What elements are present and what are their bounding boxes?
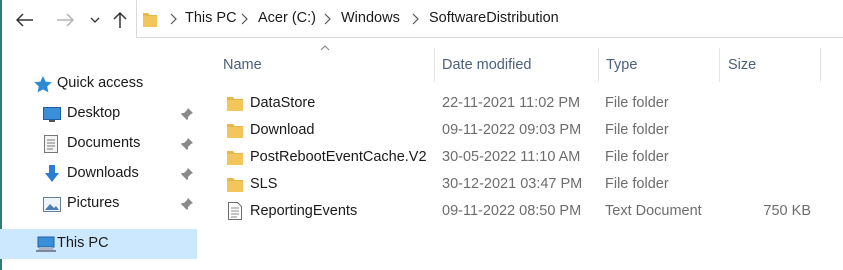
file-date-modified: 22-11-2021 11:02 PM (442, 95, 581, 111)
file-date-modified: 09-11-2022 09:03 PM (442, 122, 582, 138)
up-button[interactable] (109, 9, 131, 31)
column-divider[interactable] (434, 48, 435, 82)
sidebar-item-label: Documents (67, 135, 141, 151)
column-divider[interactable] (820, 48, 821, 82)
chevron-down-icon (90, 17, 100, 23)
desktop-icon (43, 107, 61, 122)
pin-icon[interactable] (180, 197, 194, 211)
computer-icon (36, 236, 56, 252)
folder-icon (227, 124, 243, 138)
chevron-right-icon (170, 13, 177, 25)
download-icon (45, 165, 59, 182)
file-name: Download (250, 122, 315, 138)
file-name: PostRebootEventCache.V2 (250, 149, 427, 165)
file-type: Text Document (605, 203, 702, 219)
file-date-modified: 30-12-2021 03:47 PM (442, 176, 583, 192)
address-bar[interactable]: This PC Acer (C:) Windows SoftwareDistri… (136, 0, 843, 38)
file-size: 750 KB (763, 203, 811, 219)
sort-ascending-icon (320, 45, 330, 51)
file-name: DataStore (250, 95, 316, 111)
chevron-right-icon (412, 13, 419, 25)
breadcrumb-this-pc[interactable]: This PC (185, 10, 237, 26)
column-header-date-modified[interactable]: Date modified (442, 57, 531, 73)
chevron-right-icon (324, 13, 331, 25)
file-row[interactable]: ReportingEvents 09-11-2022 08:50 PM Text… (220, 198, 820, 225)
sidebar-item-quick-access[interactable]: Quick access (0, 69, 197, 99)
file-date-modified: 09-11-2022 08:50 PM (442, 203, 582, 219)
sidebar-item-label: Downloads (67, 165, 139, 181)
breadcrumb-drive[interactable]: Acer (C:) (258, 10, 316, 26)
documents-icon (44, 135, 58, 153)
sidebar-item-documents[interactable]: Documents (0, 129, 197, 159)
column-header-type[interactable]: Type (606, 57, 637, 73)
file-row[interactable]: SLS 30-12-2021 03:47 PM File folder (220, 171, 820, 198)
breadcrumb-softwaredistribution[interactable]: SoftwareDistribution (429, 10, 559, 26)
sidebar-item-this-pc[interactable]: This PC (0, 229, 197, 259)
sidebar-item-desktop[interactable]: Desktop (0, 99, 197, 129)
pin-icon[interactable] (180, 167, 194, 181)
folder-icon (227, 151, 243, 165)
column-divider[interactable] (598, 48, 599, 82)
file-type: File folder (605, 149, 669, 165)
pin-icon[interactable] (180, 107, 194, 121)
column-header-size[interactable]: Size (728, 57, 756, 73)
star-icon (34, 76, 52, 93)
file-type: File folder (605, 176, 669, 192)
file-row[interactable]: DataStore 22-11-2021 11:02 PM File folde… (220, 90, 820, 117)
back-button[interactable] (14, 9, 36, 31)
forward-arrow-icon (57, 13, 74, 27)
file-row[interactable]: PostRebootEventCache.V2 30-05-2022 11:10… (220, 144, 820, 171)
text-document-icon (228, 202, 242, 220)
file-row[interactable]: Download 09-11-2022 09:03 PM File folder (220, 117, 820, 144)
sidebar-item-pictures[interactable]: Pictures (0, 189, 197, 219)
column-divider[interactable] (719, 48, 720, 82)
navigation-pane: Quick access Desktop Documents Downloads (0, 38, 198, 270)
file-date-modified: 30-05-2022 11:10 AM (442, 149, 581, 165)
up-arrow-icon (113, 11, 127, 28)
pin-icon[interactable] (180, 137, 194, 151)
sidebar-item-label: Quick access (57, 75, 144, 91)
file-type: File folder (605, 95, 669, 111)
back-arrow-icon (16, 13, 33, 27)
folder-icon (227, 97, 243, 111)
file-type: File folder (605, 122, 669, 138)
forward-button[interactable] (54, 9, 76, 31)
chevron-right-icon (241, 13, 248, 25)
folder-icon (227, 178, 243, 192)
sidebar-item-downloads[interactable]: Downloads (0, 159, 197, 189)
column-header-name[interactable]: Name (223, 57, 262, 73)
file-name: ReportingEvents (250, 203, 358, 219)
folder-icon (143, 13, 157, 27)
breadcrumb-windows[interactable]: Windows (341, 10, 400, 26)
sidebar-item-label: Pictures (67, 195, 120, 211)
file-name: SLS (250, 176, 278, 192)
sidebar-item-label: This PC (57, 235, 109, 251)
column-header-row: Name Date modified Type Size (198, 45, 843, 84)
recent-locations-button[interactable] (84, 9, 106, 31)
sidebar-item-label: Desktop (67, 105, 121, 121)
pictures-icon (43, 197, 61, 212)
